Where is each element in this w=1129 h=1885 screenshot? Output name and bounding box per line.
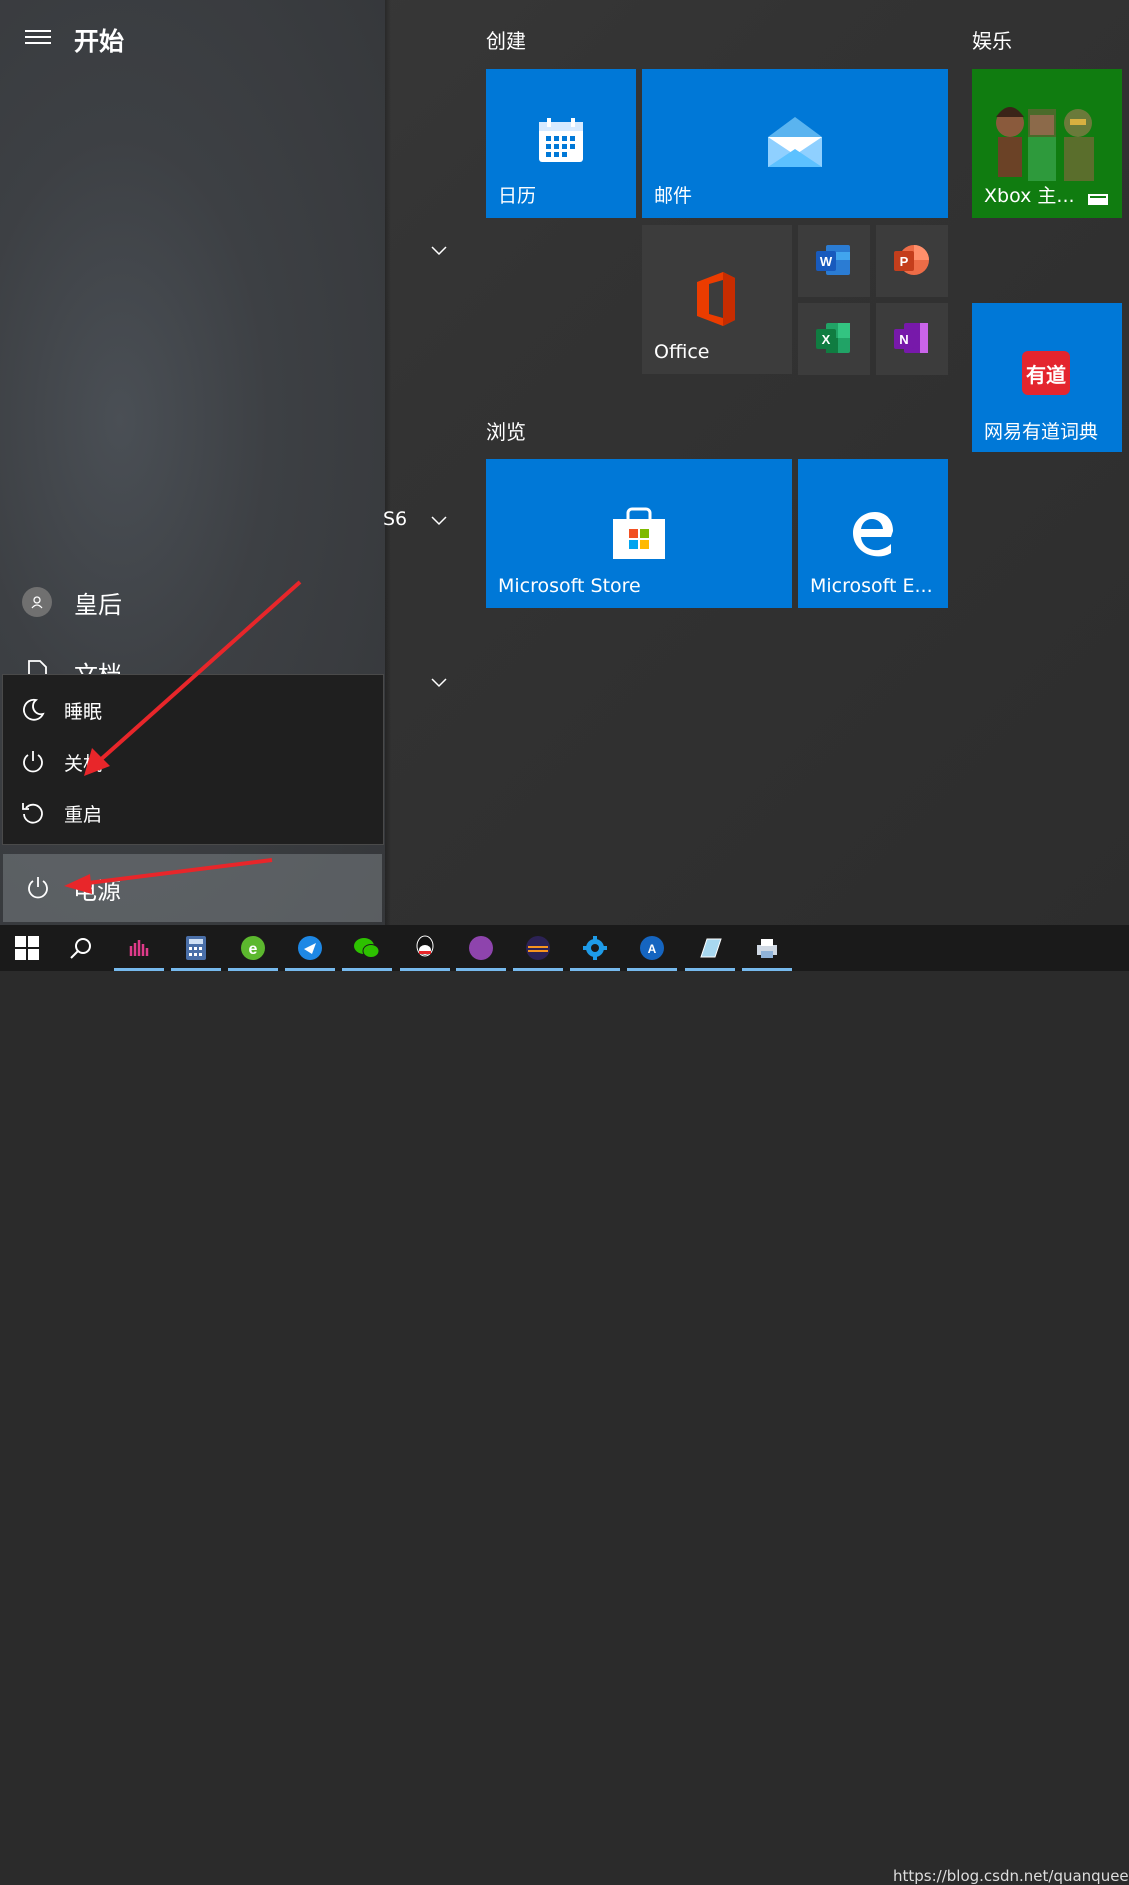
- store-badge-icon: [1088, 194, 1108, 205]
- tile-powerpoint[interactable]: P: [876, 225, 948, 297]
- tile-youdao[interactable]: 有道 网易有道词典: [972, 303, 1122, 452]
- chevron-down-icon[interactable]: [431, 512, 447, 528]
- group-header-create[interactable]: 创建: [486, 25, 526, 54]
- svg-text:P: P: [900, 254, 909, 269]
- tile-excel[interactable]: X: [798, 303, 870, 375]
- tile-store-label: Microsoft Store: [498, 575, 641, 597]
- tile-mail-label: 邮件: [654, 185, 693, 207]
- tile-mail[interactable]: 邮件: [642, 69, 948, 218]
- power-icon: [28, 877, 48, 899]
- restart-label: 重启: [64, 803, 103, 826]
- aide-icon[interactable]: A: [627, 933, 677, 971]
- tile-calendar-label: 日历: [498, 185, 537, 207]
- browser-icon[interactable]: e: [228, 933, 278, 971]
- restart-menu-item[interactable]: 重启: [20, 793, 102, 833]
- group-header-entertainment[interactable]: 娱乐: [972, 25, 1012, 54]
- power-icon: [23, 751, 43, 773]
- mail-icon: [768, 117, 822, 167]
- restart-icon: [22, 803, 43, 824]
- eclipse-icon[interactable]: [513, 933, 563, 971]
- calculator-icon[interactable]: [171, 933, 221, 971]
- tile-onenote[interactable]: N: [876, 303, 948, 375]
- store-bag-icon: [613, 507, 665, 559]
- user-name: 皇后: [74, 590, 122, 619]
- start-title: 开始: [74, 27, 125, 56]
- windows-logo-icon[interactable]: [12, 933, 42, 963]
- shutdown-menu-item[interactable]: 关机: [20, 742, 102, 782]
- edge-icon: [853, 512, 893, 557]
- tile-xbox[interactable]: Xbox 主...: [972, 69, 1122, 218]
- group-header-browse[interactable]: 浏览: [486, 416, 526, 445]
- sleep-menu-item[interactable]: 睡眠: [20, 690, 102, 730]
- user-icon: [31, 596, 43, 609]
- svg-text:e: e: [249, 941, 258, 958]
- power-button[interactable]: 电源: [3, 854, 382, 922]
- search-icon[interactable]: [66, 933, 96, 963]
- shutdown-label: 关机: [64, 752, 103, 775]
- tile-word[interactable]: W: [798, 225, 870, 297]
- matt-icon[interactable]: [456, 933, 506, 971]
- powerpoint-icon: P: [894, 245, 929, 275]
- onenote-icon: N: [894, 323, 928, 353]
- feishu-icon[interactable]: [285, 933, 335, 971]
- tile-calendar[interactable]: 日历: [486, 69, 636, 218]
- hamburger-menu-icon[interactable]: [25, 30, 51, 48]
- app-icon[interactable]: [114, 933, 164, 971]
- watermark-url: https://blog.csdn.net/quanqueen: [893, 1867, 1129, 1885]
- sleep-label: 睡眠: [64, 700, 103, 723]
- tile-youdao-label: 网易有道词典: [984, 421, 1099, 443]
- rail-shadow: [385, 0, 391, 925]
- tile-edge[interactable]: Microsoft E...: [798, 459, 948, 608]
- chevron-down-icon[interactable]: [431, 674, 447, 690]
- svg-text:W: W: [820, 254, 833, 269]
- svg-text:A: A: [648, 942, 657, 956]
- printer-icon[interactable]: [742, 933, 792, 971]
- moon-icon: [23, 698, 45, 721]
- user-account-item[interactable]: 皇后: [22, 585, 122, 619]
- qq-icon[interactable]: [400, 933, 450, 971]
- office-icon: [697, 272, 735, 326]
- power-label: 电源: [73, 876, 121, 905]
- excel-icon: X: [816, 323, 850, 353]
- wechat-icon[interactable]: [342, 933, 392, 971]
- avatar: [22, 587, 52, 617]
- taskbar: e A https://blog.csdn.net/quanqueen: [0, 925, 1129, 1885]
- settings-icon[interactable]: [570, 933, 620, 971]
- notepad-icon[interactable]: [685, 933, 735, 971]
- tile-office[interactable]: Office: [642, 225, 792, 374]
- svg-text:N: N: [899, 332, 908, 347]
- tile-office-label: Office: [654, 341, 710, 363]
- youdao-logo-icon: 有道: [1022, 351, 1070, 395]
- tile-edge-label: Microsoft E...: [810, 575, 933, 597]
- svg-text:X: X: [822, 332, 831, 347]
- app-list-fragment: S6: [383, 508, 408, 530]
- word-icon: W: [816, 245, 850, 275]
- tile-xbox-label: Xbox 主...: [984, 185, 1075, 207]
- chevron-down-icon[interactable]: [431, 242, 447, 258]
- tile-microsoft-store[interactable]: Microsoft Store: [486, 459, 792, 608]
- calendar-icon: [539, 118, 583, 162]
